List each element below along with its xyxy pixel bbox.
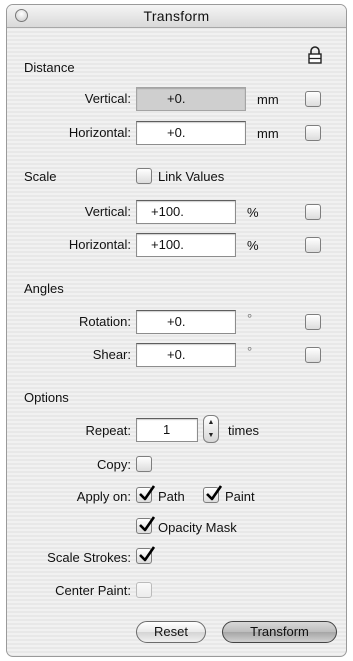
repeat-stepper[interactable]: ▲ ▼ [203, 415, 219, 443]
opacity-mask-checkbox[interactable] [136, 516, 156, 534]
distance-vertical-label: Vertical: [84, 91, 131, 106]
center-paint-checkbox[interactable] [136, 582, 152, 598]
rotation-unit: ° [247, 311, 253, 326]
scale-horizontal-field[interactable]: +100. [136, 233, 236, 257]
copy-label: Copy: [97, 457, 131, 472]
distance-section-title: Distance [24, 60, 75, 75]
transform-button[interactable]: Transform [222, 621, 337, 643]
shear-label: Shear: [92, 347, 131, 362]
paint-checkbox[interactable] [203, 485, 223, 503]
stepper-up-icon[interactable]: ▲ [204, 416, 218, 429]
link-values-label: Link Values [158, 169, 225, 184]
options-section-title: Options [24, 390, 69, 405]
stepper-down-icon[interactable]: ▼ [204, 429, 218, 442]
repeat-field[interactable]: 1 [136, 418, 198, 442]
distance-vertical-unit: mm [257, 92, 279, 107]
checkmark-icon [139, 485, 156, 501]
scale-horizontal-label: Horizontal: [68, 237, 131, 252]
distance-vertical-checkbox[interactable] [305, 91, 321, 107]
opacity-mask-label: Opacity Mask [158, 520, 237, 535]
reset-button[interactable]: Reset [136, 621, 206, 643]
scale-horizontal-unit: % [247, 238, 259, 253]
scale-vertical-checkbox[interactable] [305, 204, 321, 220]
scale-horizontal-checkbox[interactable] [305, 237, 321, 253]
paint-label: Paint [225, 489, 255, 504]
lock-icon[interactable] [307, 45, 323, 65]
copy-checkbox[interactable] [136, 456, 152, 472]
angles-section-title: Angles [24, 281, 64, 296]
transform-window: Transform Distance Vertical: +0. mm Hori… [6, 4, 347, 657]
checkmark-icon [139, 546, 156, 562]
scale-strokes-checkbox[interactable] [136, 546, 156, 564]
scale-vertical-unit: % [247, 205, 259, 220]
distance-horizontal-unit: mm [257, 126, 279, 141]
shear-field[interactable]: +0. [136, 343, 236, 367]
apply-on-label: Apply on: [76, 489, 131, 504]
repeat-label: Repeat: [85, 423, 131, 438]
window-title: Transform [143, 8, 210, 24]
repeat-unit: times [228, 423, 260, 438]
scale-vertical-field[interactable]: +100. [136, 200, 236, 224]
link-values-checkbox[interactable] [136, 168, 152, 184]
scale-section-title: Scale [24, 169, 57, 184]
path-checkbox[interactable] [136, 485, 156, 503]
rotation-checkbox[interactable] [305, 314, 321, 330]
checkmark-icon [139, 516, 156, 532]
distance-horizontal-label: Horizontal: [68, 125, 131, 140]
shear-checkbox[interactable] [305, 347, 321, 363]
scale-strokes-label: Scale Strokes: [47, 550, 131, 565]
distance-vertical-field[interactable]: +0. [136, 87, 246, 111]
rotation-label: Rotation: [78, 314, 131, 329]
distance-horizontal-field[interactable]: +0. [136, 121, 246, 145]
center-paint-label: Center Paint: [55, 583, 131, 598]
distance-horizontal-checkbox[interactable] [305, 125, 321, 141]
title-bar[interactable]: Transform [7, 5, 346, 28]
rotation-field[interactable]: +0. [136, 310, 236, 334]
checkmark-icon [206, 485, 223, 501]
shear-unit: ° [247, 344, 253, 359]
scale-vertical-label: Vertical: [84, 204, 131, 219]
path-label: Path [158, 489, 185, 504]
